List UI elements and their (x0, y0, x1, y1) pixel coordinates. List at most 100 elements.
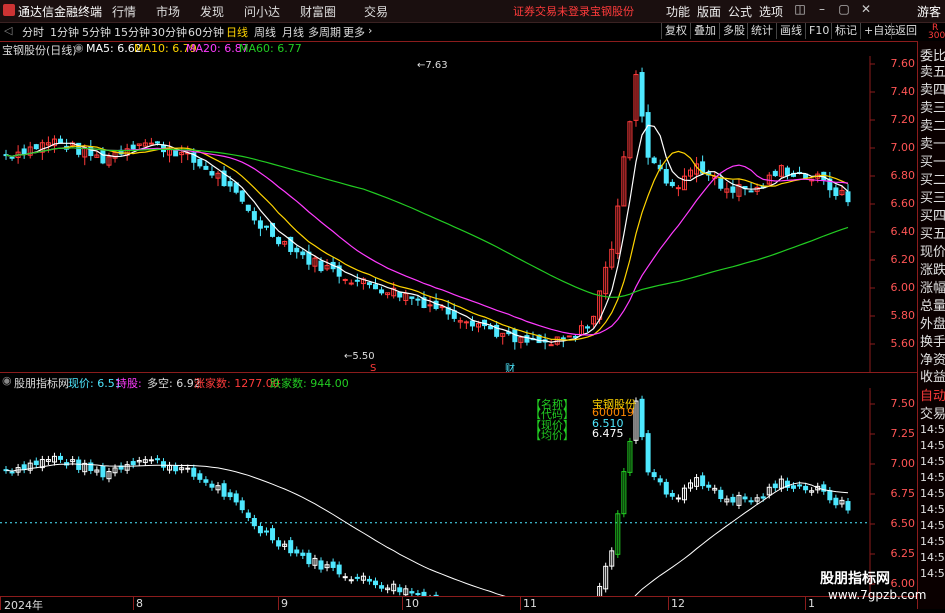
title-bar: 通达信金融终端 行情 市场 发现 问小达 财富圈 交易 证券交易未登录 宝钢股份… (0, 0, 945, 23)
main-y-tick: 5.60 (890, 337, 916, 350)
main-y-axis: 7.60 7.40 7.20 7.00 6.80 6.60 6.40 6.20 6.00 5.80… (0, 56, 917, 372)
sub-y-tick: 6.25 (890, 547, 916, 560)
tool-duogu[interactable]: 多股 (719, 23, 748, 39)
side-zhangdie[interactable]: 涨跌 (920, 259, 945, 278)
more-chevron-icon[interactable]: › (368, 24, 372, 37)
side-time-5: 14:56 (920, 503, 945, 516)
tool-fuquan[interactable]: 复权 (661, 23, 690, 39)
stock-info-box: 【名称】 宝钢股份 【代码】 600019 【现价】 6.510 【均价】 6.… (530, 396, 660, 442)
tab-weekly[interactable]: 周线 (254, 24, 276, 40)
menu-shichang[interactable]: 市场 (156, 3, 180, 20)
settings-icon[interactable]: ◫ (790, 2, 810, 19)
side-sell3[interactable]: 卖三 (920, 97, 945, 116)
side-shouyi[interactable]: 收益 (920, 366, 945, 385)
main-y-tick: 6.80 (890, 169, 916, 182)
maximize-icon[interactable]: ▢ (834, 2, 854, 19)
menu-wenxiaoda[interactable]: 问小达 (244, 3, 280, 20)
x-label-2024: 2024年 (4, 599, 43, 612)
side-buy4[interactable]: 买四 (920, 205, 945, 224)
tool-diejia[interactable]: 叠加 (690, 23, 719, 39)
tab-daily[interactable]: 日线 (226, 24, 248, 40)
side-time-4: 14:56 (920, 487, 945, 500)
tab-5min[interactable]: 5分钟 (82, 24, 111, 40)
menu-jiaoyi[interactable]: 交易 (364, 3, 388, 20)
menu-caifuquan[interactable]: 财富圈 (300, 3, 336, 20)
indicator-dropdown-icon[interactable]: ◉ (74, 41, 84, 54)
side-huanshou[interactable]: 换手 (920, 331, 945, 350)
tab-60min[interactable]: 60分钟 (188, 24, 224, 40)
main-y-tick: 7.20 (890, 113, 916, 126)
main-chart-info: 宝钢股份(日线) ◉ MA5: 6.62 MA10: 6.79 MA20: 6.… (0, 41, 870, 57)
side-time-2: 14:56 (920, 455, 945, 468)
main-y-tick: 6.20 (890, 253, 916, 266)
tool-huaxian[interactable]: 画线 (776, 23, 805, 39)
tab-15min[interactable]: 15分钟 (114, 24, 150, 40)
sub-chart-info: ◉ 股朋指标网 现价: 6.51 持股: 多空: 6.92 涨家数: 1277.… (0, 374, 870, 390)
side-sell2[interactable]: 卖二 (920, 115, 945, 134)
menu-banmian[interactable]: 版面 (697, 3, 721, 20)
app-title: 通达信金融终端 (18, 5, 103, 19)
side-time-0: 14:56 (920, 423, 945, 436)
menu-xuanxiang[interactable]: 选项 (759, 3, 783, 20)
side-buy5[interactable]: 买五 (920, 223, 945, 242)
tool-back[interactable]: 返回 (891, 23, 920, 39)
side-time-1: 14:56 (920, 439, 945, 452)
main-y-tick: 7.60 (890, 57, 916, 70)
watermark-line1: 股朋指标网 (820, 571, 890, 587)
guest-login[interactable]: 游客 (917, 3, 941, 20)
menu-gongneng[interactable]: 功能 (666, 3, 690, 20)
tab-1min[interactable]: 1分钟 (50, 24, 79, 40)
tool-tongji[interactable]: 统计 (747, 23, 776, 39)
side-xianjia[interactable]: 现价 (920, 241, 945, 260)
x-label-oct: 10 (405, 597, 419, 610)
tab-30min[interactable]: 30分钟 (151, 24, 187, 40)
side-trade[interactable]: 交易 (920, 403, 945, 422)
side-time-7: 14:56 (920, 535, 945, 548)
side-buy1[interactable]: 买一 (920, 151, 945, 170)
sub-indicator-icon[interactable]: ◉ (2, 374, 12, 387)
side-buy3[interactable]: 买三 (920, 187, 945, 206)
side-time-6: 14:56 (920, 519, 945, 532)
side-buy2[interactable]: 买二 (920, 169, 945, 188)
side-sell1[interactable]: 卖一 (920, 133, 945, 152)
minimize-icon[interactable]: – (812, 2, 832, 19)
side-time-3: 14:56 (920, 471, 945, 484)
tool-biaoji[interactable]: 标记 (831, 23, 860, 39)
current-stock-name[interactable]: 宝钢股份 (590, 3, 634, 19)
info-val-avg: 6.475 (592, 427, 624, 440)
x-label-nov: 11 (523, 597, 537, 610)
menu-hangqing[interactable]: 行情 (112, 3, 136, 20)
sub-y-tick: 7.50 (890, 397, 916, 410)
quote-sidebar: R 300 委比 卖五 卖四 卖三 卖二 卖一 买一 买二 买三 买四 买五 现… (917, 23, 945, 609)
tab-monthly[interactable]: 月线 (282, 24, 304, 40)
x-label-sep: 9 (281, 597, 288, 610)
x-label-aug: 8 (136, 597, 143, 610)
side-waipan[interactable]: 外盘 (920, 313, 945, 332)
x-axis-bar: 2024年 8 9 10 11 12 1 (0, 596, 917, 612)
trade-login-alert[interactable]: 证券交易未登录 (513, 3, 590, 19)
side-auto[interactable]: 自动 (920, 385, 945, 404)
close-icon[interactable]: ✕ (856, 2, 876, 19)
menu-gongshi[interactable]: 公式 (728, 3, 752, 20)
info-key-avg: 【均价】 (530, 429, 574, 442)
menu-faxian[interactable]: 发现 (200, 3, 224, 20)
watermark-line2: www.7gpzb.com (828, 588, 927, 602)
sub-y-tick: 7.25 (890, 427, 916, 440)
sub-y-tick: 6.75 (890, 487, 916, 500)
tab-multi-period[interactable]: 多周期 (308, 24, 341, 40)
tab-fenshi[interactable]: 分时 (22, 24, 44, 40)
tool-f10[interactable]: F10 (805, 23, 832, 39)
main-y-tick: 7.00 (890, 141, 916, 154)
side-sell4[interactable]: 卖四 (920, 79, 945, 98)
x-label-dec: 12 (671, 597, 685, 610)
main-y-tick: 6.00 (890, 281, 916, 294)
side-zongliang[interactable]: 总量 (920, 295, 945, 314)
main-y-tick: 6.40 (890, 225, 916, 238)
side-zhangfu[interactable]: 涨幅 (920, 277, 945, 296)
sub-y-axis: 7.50 7.25 7.00 6.75 6.50 6.25 6.00 (0, 388, 917, 596)
tab-more[interactable]: 更多 (343, 24, 365, 40)
side-sell5[interactable]: 卖五 (920, 61, 945, 80)
side-time-9: 14:56 (920, 567, 945, 580)
pane-separator[interactable] (0, 372, 917, 373)
collapse-icon[interactable]: ◁ (4, 24, 12, 37)
